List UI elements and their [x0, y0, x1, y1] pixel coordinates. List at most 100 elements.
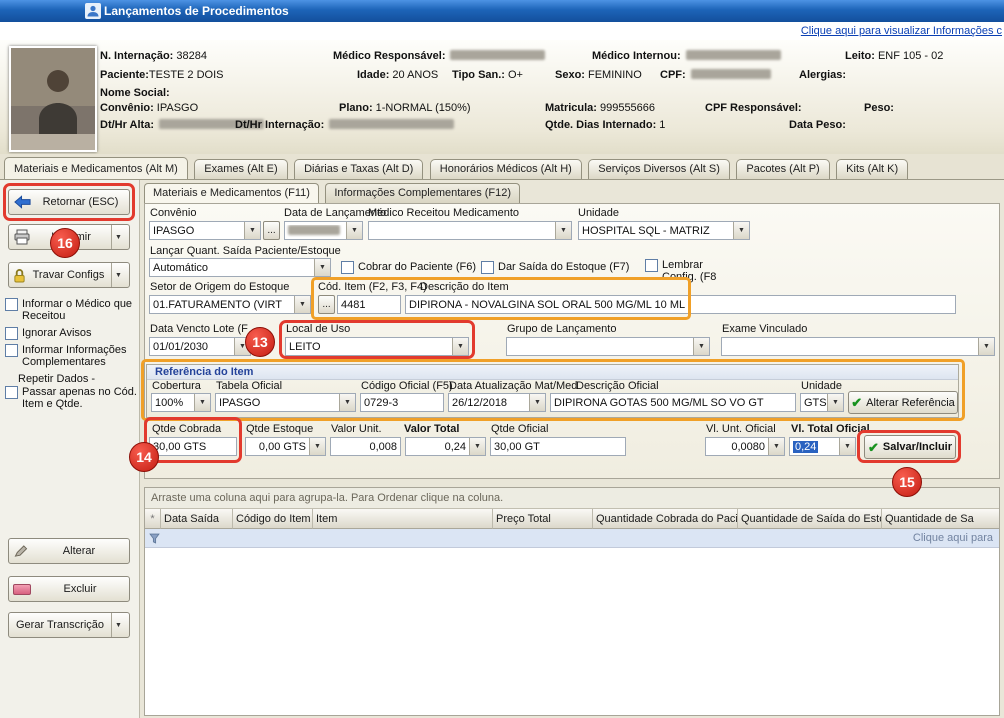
- valor-total-label: Valor Total: [404, 423, 459, 435]
- tab-pacotes[interactable]: Pacotes (Alt P): [736, 159, 829, 179]
- label: Data Peso:: [789, 119, 846, 131]
- chevron-down-icon[interactable]: ▼: [529, 394, 545, 411]
- chevron-down-icon[interactable]: ▼: [309, 438, 325, 455]
- checkbox-informar-medico[interactable]: Informar o Médico que Receitou: [5, 298, 137, 322]
- column-data-saida[interactable]: Data Saída: [161, 509, 233, 529]
- valor-unit-input[interactable]: 0,008: [330, 437, 401, 456]
- descricao-item-input[interactable]: DIPIRONA - NOVALGINA SOL ORAL 500 MG/ML …: [405, 295, 956, 314]
- gerar-transcricao-dropdown-arrow[interactable]: ▼: [111, 613, 125, 637]
- visualizar-informacoes-link[interactable]: Clique aqui para visualizar Informações …: [801, 25, 1002, 37]
- column-qtd-sa[interactable]: Quantidade de Sa: [882, 509, 999, 529]
- checkbox-passar-apenas[interactable]: Passar apenas no Cód. Item e Qtde.: [5, 386, 137, 410]
- lancar-quant-select[interactable]: Automático ▼: [149, 258, 331, 277]
- setor-origem-label: Setor de Origem do Estoque: [150, 281, 289, 293]
- cod-item-browse-button[interactable]: ...: [318, 295, 335, 314]
- checkbox-cobrar-paciente[interactable]: Cobrar do Paciente (F6): [341, 261, 476, 274]
- travar-configs-dropdown-arrow[interactable]: ▼: [111, 263, 125, 287]
- vl-total-oficial-input[interactable]: 0,24 ▼: [789, 437, 856, 456]
- green-check-icon: ✔: [851, 396, 862, 409]
- imprimir-dropdown-arrow[interactable]: ▼: [111, 225, 125, 249]
- chevron-down-icon[interactable]: ▼: [839, 438, 855, 455]
- gerar-transcricao-button[interactable]: Gerar Transcrição ▼: [8, 612, 130, 638]
- alterar-referencia-button[interactable]: ✔ Alterar Referência: [848, 391, 958, 414]
- tab-materiais-medicamentos[interactable]: Materiais e Medicamentos (Alt M): [4, 157, 188, 179]
- tabela-oficial-select[interactable]: IPASGO ▼: [215, 393, 356, 412]
- column-qtd-saida-estoque[interactable]: Quantidade de Saída do Estoque: [738, 509, 882, 529]
- grid-filter-row[interactable]: Clique aqui para: [145, 529, 999, 548]
- grupo-lancamento-select[interactable]: ▼: [506, 337, 710, 356]
- chevron-down-icon[interactable]: ▼: [244, 222, 260, 239]
- checkbox-lembrar-config[interactable]: LembrarConfig. (F8: [645, 259, 720, 283]
- valor-total-select[interactable]: 0,24 ▼: [405, 437, 486, 456]
- data-atualizacao-select[interactable]: 26/12/2018 ▼: [448, 393, 546, 412]
- salvar-incluir-button[interactable]: ✔ Salvar/Incluir: [864, 435, 956, 459]
- gerar-transcricao-label: Gerar Transcrição: [13, 619, 107, 631]
- chevron-down-icon[interactable]: ▼: [555, 222, 571, 239]
- excluir-button[interactable]: Excluir: [8, 576, 130, 602]
- qtde-estoque-select[interactable]: 0,00 GTS ▼: [245, 437, 326, 456]
- checkbox-box[interactable]: [481, 261, 494, 274]
- convenio-select[interactable]: IPASGO ▼: [149, 221, 261, 240]
- field-leito: Leito:ENF 105 - 02: [845, 50, 943, 62]
- alterar-button[interactable]: Alterar: [8, 538, 130, 564]
- checkbox-box[interactable]: [341, 261, 354, 274]
- checkbox-box[interactable]: [5, 298, 18, 311]
- chevron-down-icon[interactable]: ▼: [346, 222, 362, 239]
- qtde-oficial-input[interactable]: 30,00 GT: [490, 437, 626, 456]
- descricao-oficial-input[interactable]: DIPIRONA GOTAS 500 MG/ML SO VO GT: [550, 393, 796, 412]
- sidebar: Retornar (ESC) Imprimir ▼ Travar Configs…: [0, 180, 140, 718]
- column-qtd-cobrada-paciente[interactable]: Quantidade Cobrada do Paciente: [593, 509, 738, 529]
- data-vencto-input[interactable]: 01/01/2030 ▼: [149, 337, 251, 356]
- grid-body[interactable]: [145, 548, 999, 715]
- tabela-oficial-label: Tabela Oficial: [216, 380, 282, 392]
- tab-informacoes-f12[interactable]: Informações Complementares (F12): [325, 183, 520, 203]
- codigo-oficial-input[interactable]: 0729-3: [360, 393, 444, 412]
- tab-servicos-diversos[interactable]: Serviços Diversos (Alt S): [588, 159, 730, 179]
- chevron-down-icon[interactable]: ▼: [294, 296, 310, 313]
- setor-origem-select[interactable]: 01.FATURAMENTO (VIRT ▼: [149, 295, 311, 314]
- qtde-cobrada-input[interactable]: 30,00 GTS: [149, 437, 237, 456]
- chevron-down-icon[interactable]: ▼: [452, 338, 468, 355]
- checkbox-box[interactable]: [5, 344, 18, 357]
- tab-exames[interactable]: Exames (Alt E): [194, 159, 287, 179]
- chevron-down-icon[interactable]: ▼: [768, 438, 784, 455]
- column-item[interactable]: Item: [313, 509, 493, 529]
- medico-receitou-select[interactable]: ▼: [368, 221, 572, 240]
- tab-kits[interactable]: Kits (Alt K): [836, 159, 908, 179]
- chevron-down-icon[interactable]: ▼: [978, 338, 994, 355]
- tab-diarias-taxas[interactable]: Diárias e Taxas (Alt D): [294, 159, 423, 179]
- column-codigo-item[interactable]: Código do Item: [233, 509, 313, 529]
- checkbox-dar-saida[interactable]: Dar Saída do Estoque (F7): [481, 261, 631, 274]
- chevron-down-icon[interactable]: ▼: [693, 338, 709, 355]
- chevron-down-icon[interactable]: ▼: [733, 222, 749, 239]
- chevron-down-icon[interactable]: ▼: [469, 438, 485, 455]
- convenio-browse-button[interactable]: ...: [263, 221, 280, 240]
- chevron-down-icon[interactable]: ▼: [194, 394, 210, 411]
- excluir-label: Excluir: [35, 583, 125, 595]
- data-lancamento-select[interactable]: ▼: [284, 221, 363, 240]
- checkbox-label: LembrarConfig. (F8: [662, 259, 716, 283]
- chevron-down-icon[interactable]: ▼: [314, 259, 330, 276]
- checkbox-informar-informacoes[interactable]: Informar Informações Complementares: [5, 344, 137, 368]
- checkbox-box[interactable]: [5, 327, 18, 340]
- checkbox-box[interactable]: [645, 259, 658, 272]
- label: Nome Social:: [100, 87, 170, 99]
- cod-item-input[interactable]: 4481: [337, 295, 401, 314]
- unidade-select[interactable]: HOSPITAL SQL - MATRIZ ▼: [578, 221, 750, 240]
- checkbox-box[interactable]: [5, 386, 18, 399]
- checkbox-ignorar-avisos[interactable]: Ignorar Avisos: [5, 327, 137, 340]
- chevron-down-icon[interactable]: ▼: [339, 394, 355, 411]
- groupby-bar[interactable]: Arraste uma coluna aqui para agrupa-la. …: [145, 488, 999, 509]
- retornar-button[interactable]: Retornar (ESC): [8, 189, 130, 215]
- exame-vinculado-select[interactable]: ▼: [721, 337, 995, 356]
- cobertura-select[interactable]: 100% ▼: [151, 393, 211, 412]
- tab-honorarios-medicos[interactable]: Honorários Médicos (Alt H): [430, 159, 582, 179]
- tab-materiais-f11[interactable]: Materiais e Medicamentos (F11): [144, 183, 319, 203]
- local-uso-select[interactable]: LEITO ▼: [285, 337, 469, 356]
- unidade-oficial-select[interactable]: GTS ▼: [800, 393, 844, 412]
- chevron-down-icon[interactable]: ▼: [827, 394, 843, 411]
- travar-configs-button[interactable]: Travar Configs ▼: [8, 262, 130, 288]
- column-preco-total[interactable]: Preço Total: [493, 509, 593, 529]
- label: Qtde. Dias Internado:: [545, 119, 656, 131]
- vl-unt-oficial-select[interactable]: 0,0080 ▼: [705, 437, 785, 456]
